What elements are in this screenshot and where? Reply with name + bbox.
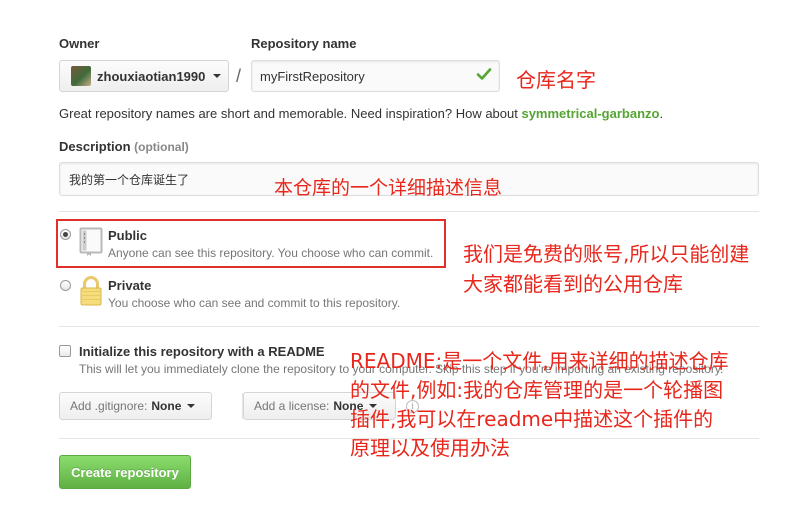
- chevron-down-icon: [213, 74, 222, 78]
- description-optional: (optional): [134, 140, 189, 154]
- annotation-readme-line1: README:是一个文件,用来详细的描述仓库: [350, 349, 729, 373]
- name-suggestion-link[interactable]: symmetrical-garbanzo: [521, 106, 659, 121]
- check-icon: [476, 68, 492, 80]
- annotation-readme-line2: 的文件,例如:我的仓库管理的是一个轮播图: [350, 378, 724, 402]
- create-repository-button[interactable]: Create repository: [59, 455, 191, 489]
- owner-name: zhouxiaotian1990: [97, 68, 206, 84]
- owner-select-button[interactable]: zhouxiaotian1990: [59, 60, 229, 92]
- public-description: Anyone can see this repository. You choo…: [108, 246, 434, 260]
- private-title: Private: [108, 278, 152, 293]
- private-radio[interactable]: [60, 280, 71, 291]
- hint-text: Great repository names are short and mem…: [59, 106, 522, 121]
- annotation-readme: README:是一个文件,用来详细的描述仓库 的文件,例如:我的仓库管理的是一个…: [350, 347, 729, 463]
- gitignore-value: None: [151, 399, 182, 413]
- annotation-public-line2: 大家都能看到的公用仓库: [463, 272, 683, 296]
- init-readme-label: Initialize this repository with a README: [79, 344, 325, 359]
- private-description: You choose who can see and commit to thi…: [108, 296, 401, 310]
- avatar: [71, 66, 91, 86]
- annotation-readme-line3: 插件,我可以在readme中描述这个插件的: [350, 407, 714, 431]
- owner-repo-separator: /: [236, 66, 242, 86]
- repository-name-label: Repository name: [251, 36, 357, 51]
- annotation-description: 本仓库的一个详细描述信息: [274, 177, 503, 199]
- init-readme-checkbox[interactable]: [59, 345, 71, 357]
- lock-icon: [80, 276, 102, 306]
- annotation-public-line1: 我们是免费的账号,所以只能创建: [463, 242, 750, 266]
- gitignore-select-button[interactable]: Add .gitignore: None: [59, 392, 212, 420]
- license-prefix: Add a license:: [254, 399, 330, 413]
- description-label-row: Description (optional): [59, 139, 189, 154]
- hint-end: .: [659, 106, 664, 121]
- public-title: Public: [108, 228, 148, 243]
- description-label: Description: [59, 139, 131, 154]
- repo-book-icon: [79, 227, 103, 256]
- repository-name-input[interactable]: [251, 60, 500, 92]
- owner-label: Owner: [59, 36, 100, 51]
- divider: [59, 211, 759, 212]
- public-highlight-box: [56, 219, 446, 268]
- repo-name-hint: Great repository names are short and mem…: [59, 106, 663, 121]
- annotation-repo-name: 仓库名字: [516, 68, 596, 92]
- gitignore-prefix: Add .gitignore:: [70, 399, 148, 413]
- public-radio[interactable]: [60, 229, 71, 240]
- annotation-readme-line4: 原理以及使用办法: [350, 436, 510, 460]
- chevron-down-icon: [187, 404, 196, 408]
- divider: [59, 326, 759, 327]
